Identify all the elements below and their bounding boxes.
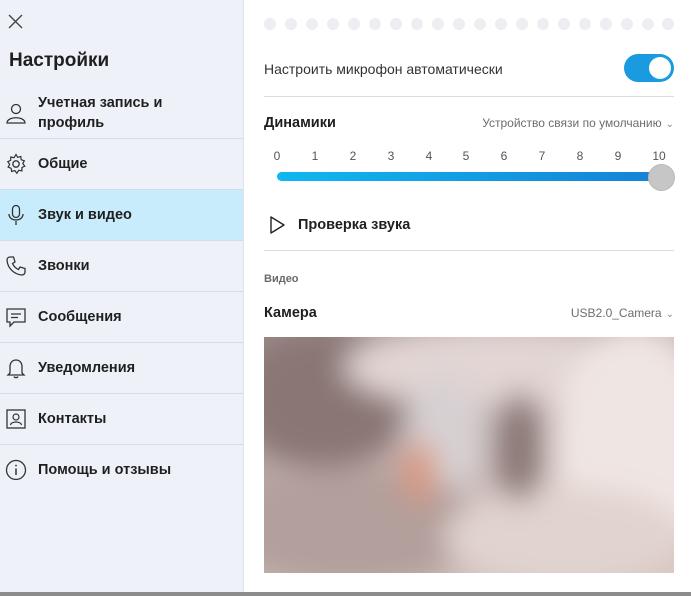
sidebar-item-contacts[interactable]: Контакты [0,394,243,445]
video-section-label: Видео [264,273,299,285]
camera-preview-image [264,337,674,573]
sidebar-item-help[interactable]: Помощь и отзывы [0,445,243,495]
play-icon [270,216,285,234]
tick-label: 5 [462,149,470,163]
tick-label: 7 [538,149,546,163]
settings-sidebar: Настройки Учетная запись и профиль Общие… [0,0,244,592]
auto-mic-row: Настроить микрофон автоматически [264,52,674,97]
bell-icon [6,359,26,379]
camera-preview [264,337,674,573]
close-button[interactable] [6,12,26,32]
sidebar-item-label: Звонки [38,258,90,274]
gear-icon [6,153,26,175]
sidebar-item-label: Общие [38,156,88,172]
camera-device-value: USB2.0_Camera [570,306,662,320]
tick-label: 10 [652,149,666,163]
sidebar-item-label: Контакты [38,411,107,427]
chat-icon [6,308,26,328]
auto-mic-label: Настроить микрофон автоматически [264,61,503,77]
tick-label: 6 [500,149,508,163]
sidebar-item-calls[interactable]: Звонки [0,241,243,292]
tick-label: 0 [273,149,281,163]
sidebar-item-label: Сообщения [38,309,122,325]
window-bottom-edge [0,592,691,596]
audio-video-settings: Настроить микрофон автоматически Динамик… [264,0,675,596]
chevron-down-icon: ⌄ [665,309,674,320]
sidebar-item-audio-video[interactable]: Звук и видео [0,190,243,241]
contacts-icon [6,409,26,429]
sidebar-item-label: Помощь и отзывы [38,462,172,478]
tick-label: 1 [311,149,319,163]
tick-label: 8 [576,149,584,163]
microphone-icon [8,204,24,225]
speakers-device-select[interactable]: Устройство связи по умолчанию ⌄ [482,116,674,130]
camera-label: Камера [264,305,317,321]
tick-label: 3 [387,149,395,163]
info-icon [5,459,27,481]
sidebar-item-label: Уведомления [38,360,136,376]
test-sound-label: Проверка звука [298,217,411,233]
sidebar-item-messages[interactable]: Сообщения [0,292,243,343]
person-icon [6,103,26,124]
speakers-device-value: Устройство связи по умолчанию [482,116,662,130]
chevron-down-icon: ⌄ [665,119,674,130]
toggle-knob [649,57,671,79]
speakers-label: Динамики [264,115,336,131]
tick-label: 9 [614,149,622,163]
volume-ticks: 0 1 2 3 4 5 6 7 8 9 10 [264,149,674,165]
camera-device-select[interactable]: USB2.0_Camera ⌄ [571,306,674,320]
settings-title: Настройки [9,50,110,71]
mic-level-indicator [264,18,674,30]
phone-icon [6,256,26,276]
tick-label: 2 [349,149,357,163]
test-sound-button[interactable]: Проверка звука [264,207,674,251]
sidebar-item-general[interactable]: Общие [0,139,243,190]
settings-nav: Учетная запись и профиль Общие Звук и ви… [0,88,243,495]
sidebar-item-account[interactable]: Учетная запись и профиль [0,88,243,139]
sidebar-item-label: Звук и видео [38,207,132,223]
tick-label: 4 [425,149,433,163]
sidebar-item-label: Учетная запись и профиль [38,95,163,131]
volume-slider-track[interactable] [277,172,662,181]
auto-mic-toggle[interactable] [624,54,674,82]
close-icon [8,14,23,29]
volume-slider-thumb[interactable] [648,164,675,191]
sidebar-item-notifications[interactable]: Уведомления [0,343,243,394]
